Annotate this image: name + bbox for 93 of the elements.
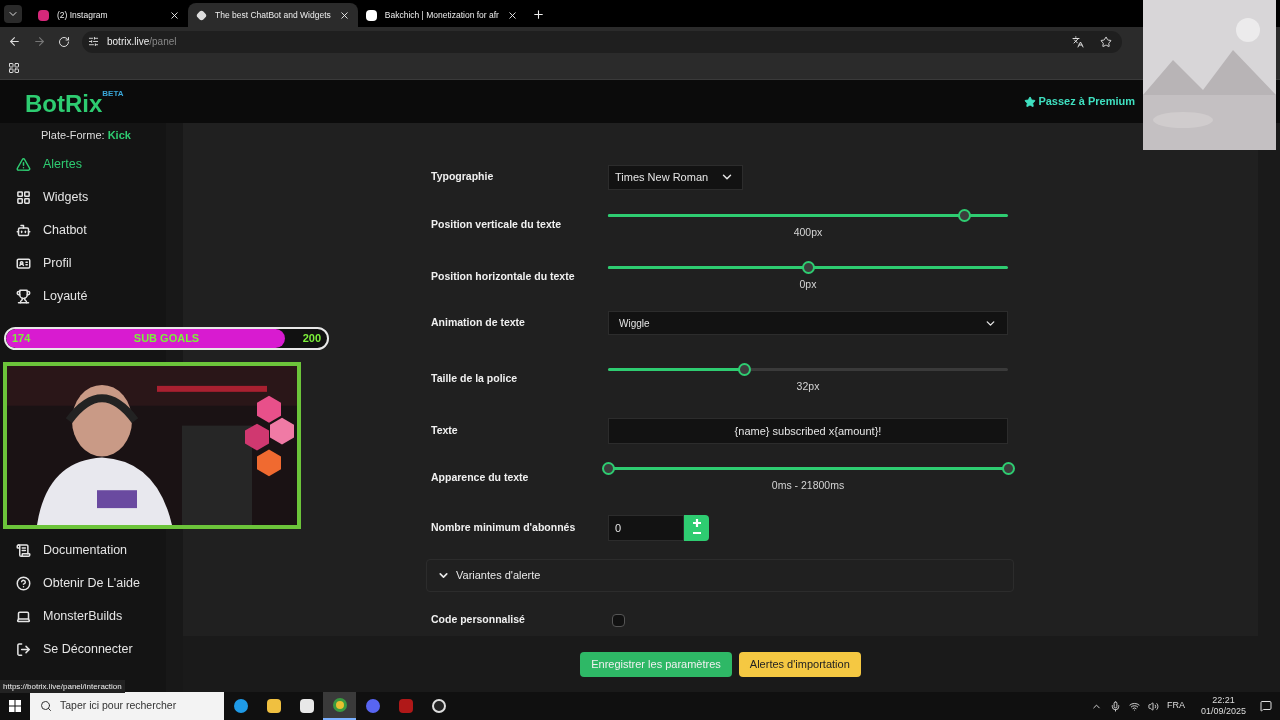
forward-icon[interactable]	[33, 35, 46, 48]
slider-thumb[interactable]	[602, 462, 615, 476]
taskbar-app[interactable]	[323, 692, 356, 720]
star-icon	[1024, 95, 1037, 108]
app-icon	[299, 699, 314, 713]
platform-label: Plate-Forme: Kick	[40, 127, 132, 143]
beta-label: BETA	[102, 87, 124, 98]
close-icon[interactable]	[169, 9, 180, 21]
slider-track[interactable]	[608, 363, 1008, 378]
slider-track[interactable]	[608, 209, 1008, 224]
sidebar-item[interactable]: Obtenir De L'aide	[0, 567, 166, 600]
range-slider[interactable]	[601, 462, 1015, 477]
scroll-icon	[16, 543, 31, 558]
apps-icon[interactable]	[8, 61, 20, 74]
sidebar-item[interactable]: Alertes	[0, 148, 166, 181]
slider-value: 0ms - 21800ms	[771, 478, 845, 494]
premium-link[interactable]: Passez à Premium	[1024, 93, 1135, 110]
close-icon[interactable]	[506, 9, 518, 21]
checkbox[interactable]	[612, 613, 625, 627]
field-label: Animation de texte	[430, 315, 526, 331]
browser-tab[interactable]: Bakchich | Monetization for afr	[357, 3, 526, 27]
id-card-icon	[16, 256, 31, 271]
network-icon[interactable]	[1128, 700, 1140, 712]
slider-thumb[interactable]	[958, 209, 971, 223]
logout-icon	[16, 642, 31, 657]
sidebar-item[interactable]: Chatbot	[0, 214, 166, 247]
slider-value: 400px	[793, 225, 823, 241]
sidebar-item[interactable]: Se Déconnecter	[0, 633, 166, 666]
volume-icon[interactable]	[1147, 700, 1159, 712]
action-button[interactable]: Alertes d'importation	[738, 651, 861, 677]
field-label: Code personnalisé	[430, 612, 526, 628]
sidebar-item[interactable]: Documentation	[0, 534, 166, 567]
tab-list-button[interactable]	[4, 5, 22, 23]
bookmark-star-icon[interactable]	[1100, 35, 1112, 48]
field-label: Typographie	[430, 169, 495, 185]
address-bar[interactable]: botrix.live/panel	[82, 30, 1122, 53]
number-input[interactable]: 0	[608, 515, 684, 541]
grid-icon	[16, 190, 31, 205]
sidebar-item[interactable]: MonsterBuilds	[0, 600, 166, 633]
close-icon[interactable]	[338, 9, 350, 21]
app-icon	[365, 699, 380, 713]
site-settings-icon	[88, 36, 99, 47]
taskbar-search[interactable]: Taper ici pour rechercher	[30, 692, 224, 720]
clock-date: 01/09/2025	[1200, 706, 1246, 718]
field-label: Nombre minimum d'abonnés	[430, 520, 577, 536]
new-tab-icon[interactable]	[531, 8, 545, 21]
field-label: Texte	[430, 423, 459, 439]
slider-thumb[interactable]	[802, 261, 815, 275]
site-icon	[38, 9, 49, 21]
app-icon	[398, 699, 413, 713]
animation-select[interactable]: Wiggle	[608, 311, 1008, 335]
app-icon	[266, 699, 281, 713]
text-input[interactable]: {name} subscribed x{amount}!	[608, 418, 1008, 444]
back-icon[interactable]	[8, 35, 21, 48]
browser-tab[interactable]: (2) Instagram	[30, 3, 188, 27]
site-icon	[365, 9, 377, 21]
sidebar-item[interactable]: Widgets	[0, 181, 166, 214]
sidebar-item[interactable]: Loyauté	[0, 280, 166, 313]
slider-value: 0px	[799, 277, 817, 293]
font-select[interactable]: Times New Roman	[608, 164, 744, 190]
windows-icon	[9, 700, 21, 712]
notifications-icon[interactable]	[1260, 700, 1272, 712]
reload-icon[interactable]	[58, 35, 70, 48]
language-indicator[interactable]: FRA	[1166, 699, 1185, 713]
goal-target: 200	[302, 331, 321, 347]
trophy-icon	[16, 289, 31, 304]
logo: BotRix	[25, 91, 103, 116]
app-icon	[332, 698, 347, 712]
accordion-header[interactable]: Variantes d'alerte	[426, 559, 1014, 592]
status-url: https://botrix.live/panel/interaction	[0, 680, 125, 693]
field-label: Position verticale du texte	[430, 217, 563, 233]
translate-icon[interactable]	[1072, 35, 1084, 48]
help-icon	[16, 576, 31, 591]
goal-title: SUB GOALS	[133, 331, 200, 347]
field-label: Taille de la police	[430, 371, 519, 387]
slider-value: 32px	[796, 379, 820, 395]
field-label: Apparence du texte	[430, 470, 530, 486]
slider-track[interactable]	[608, 261, 1008, 276]
slider-thumb[interactable]	[1002, 462, 1015, 476]
site-icon	[195, 9, 208, 21]
mic-icon[interactable]	[1109, 700, 1121, 712]
browser-tab[interactable]: The best ChatBot and Widgets	[188, 3, 358, 27]
clock-time: 22:21	[1212, 694, 1235, 706]
sidebar-item[interactable]: Profil	[0, 247, 166, 280]
laptop-icon	[16, 609, 31, 624]
goal-current: 174	[12, 331, 31, 347]
field-label: Position horizontale du texte	[430, 269, 576, 285]
slider-thumb[interactable]	[738, 363, 751, 377]
app-icon	[431, 699, 446, 713]
robot-icon	[16, 223, 31, 238]
alert-icon	[16, 157, 31, 172]
search-icon	[40, 700, 52, 712]
app-icon	[233, 699, 248, 713]
